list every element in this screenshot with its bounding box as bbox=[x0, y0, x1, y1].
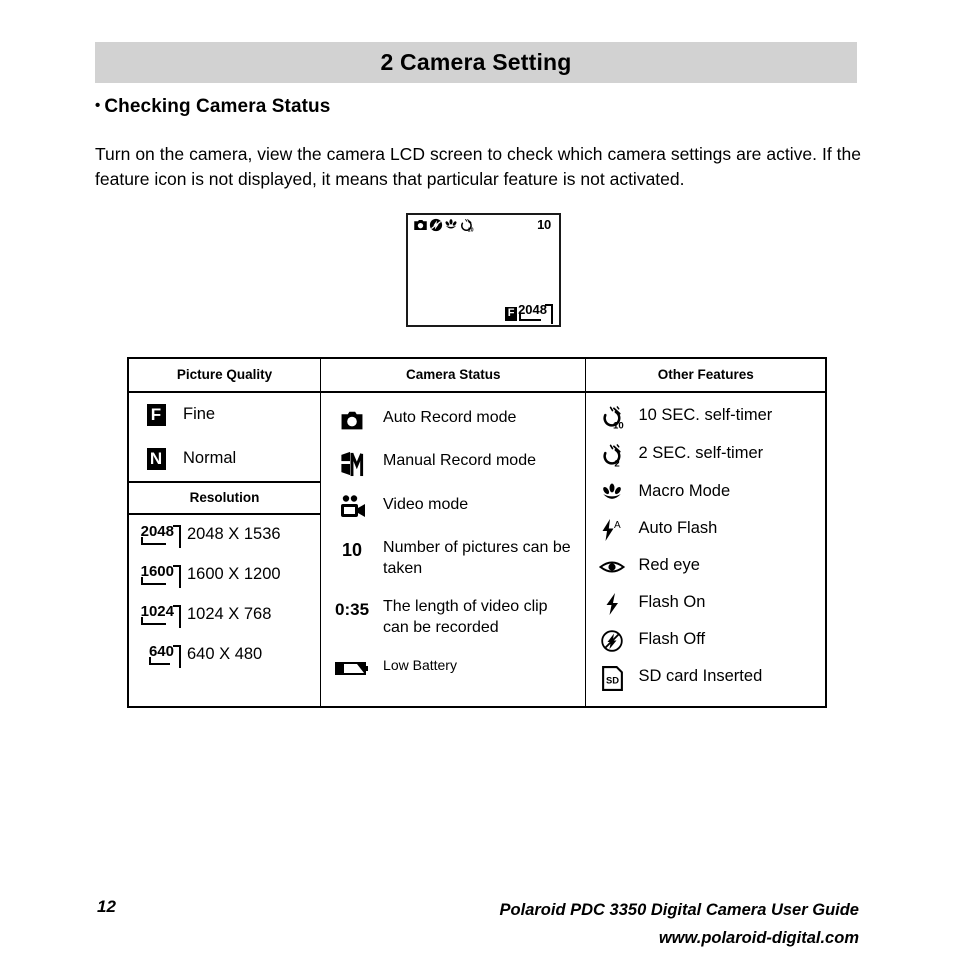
macro-icon bbox=[444, 218, 458, 232]
list-item: Video mode bbox=[321, 486, 585, 529]
self-timer-10-icon: 10 bbox=[459, 218, 474, 232]
list-item-label: 2048 X 1536 bbox=[187, 525, 281, 543]
auto-record-icon bbox=[413, 218, 428, 232]
self-timer-10-icon: 10 bbox=[586, 405, 638, 430]
macro-mode-icon bbox=[586, 481, 638, 505]
footer-website: www.polaroid-digital.com bbox=[658, 929, 859, 947]
cell-picture-quality: F Fine N Normal Resolution 2048 2048 X 1… bbox=[127, 391, 322, 708]
list-item: F Fine bbox=[129, 393, 320, 437]
list-item: 10 10 SEC. self-timer bbox=[586, 399, 825, 437]
lcd-quality-letter-icon: F bbox=[505, 307, 518, 321]
list-item-label: Auto Flash bbox=[638, 519, 718, 537]
column-header-other-features: Other Features bbox=[585, 357, 827, 393]
list-item: 640 640 X 480 bbox=[129, 635, 320, 675]
list-item-label: Flash On bbox=[638, 593, 706, 611]
svg-text:10: 10 bbox=[613, 421, 624, 430]
chapter-title: 2 Camera Setting bbox=[380, 49, 572, 75]
camera-status-list: Auto Record mode Manual Record mode Vide… bbox=[321, 393, 585, 698]
other-features-list: 10 10 SEC. self-timer 2 2 SEC. self-time… bbox=[586, 393, 825, 706]
list-item: 1024 1024 X 768 bbox=[129, 595, 320, 635]
low-battery-icon bbox=[321, 655, 383, 681]
manual-record-icon bbox=[321, 450, 383, 477]
footer-product-line: Polaroid PDC 3350 Digital Camera User Gu… bbox=[499, 901, 859, 919]
svg-text:10: 10 bbox=[468, 227, 474, 232]
list-item-label: Video mode bbox=[383, 496, 469, 513]
list-item: Manual Record mode bbox=[321, 442, 585, 486]
auto-record-icon bbox=[321, 407, 383, 433]
camera-status-table: Picture Quality Camera Status Other Feat… bbox=[127, 357, 827, 708]
auto-flash-icon: A bbox=[586, 518, 638, 542]
list-item: 2 2 SEC. self-timer bbox=[586, 437, 825, 475]
flash-on-icon bbox=[586, 592, 638, 616]
picture-quality-list: F Fine N Normal bbox=[129, 393, 320, 481]
list-item-label: Number of pictures can be taken bbox=[383, 539, 571, 577]
lcd-resolution-tag-icon: 2048 bbox=[517, 303, 553, 324]
list-item-label: 1024 X 768 bbox=[187, 605, 272, 623]
list-item-label: Macro Mode bbox=[638, 482, 731, 500]
sd-card-icon: SD bbox=[586, 666, 638, 691]
self-timer-2-icon: 2 bbox=[586, 443, 638, 468]
table-header-row: Picture Quality Camera Status Other Feat… bbox=[127, 357, 827, 393]
column-header-picture-quality: Picture Quality bbox=[127, 357, 322, 393]
sub-header-resolution: Resolution bbox=[129, 481, 321, 515]
list-item: 0:35 The length of video clip can be rec… bbox=[321, 588, 585, 647]
picture-count-icon: 10 bbox=[342, 540, 363, 560]
list-item-label: Fine bbox=[183, 405, 216, 423]
list-item: A Auto Flash bbox=[586, 512, 825, 549]
list-item: Macro Mode bbox=[586, 475, 825, 512]
section-heading: • Checking Camera Status bbox=[95, 96, 330, 118]
list-item: Red eye bbox=[586, 549, 825, 586]
list-item: 2048 2048 X 1536 bbox=[129, 515, 320, 555]
table-body-row: F Fine N Normal Resolution 2048 2048 X 1… bbox=[127, 391, 827, 708]
resolution-list: 2048 2048 X 1536 1600 1600 X 1200 1024 1… bbox=[129, 515, 320, 675]
column-header-camera-status: Camera Status bbox=[320, 357, 587, 393]
resolution-1600-icon: 1600 bbox=[129, 564, 187, 588]
red-eye-icon bbox=[586, 555, 638, 579]
list-item-label: Red eye bbox=[638, 556, 700, 574]
list-item: 10 Number of pictures can be taken bbox=[321, 529, 585, 588]
list-item-label: Flash Off bbox=[638, 630, 706, 648]
resolution-1024-icon: 1024 bbox=[129, 604, 187, 628]
chapter-banner: 2 Camera Setting bbox=[95, 42, 857, 83]
list-item-label: SD card Inserted bbox=[638, 667, 763, 685]
video-length-icon: 0:35 bbox=[335, 599, 370, 619]
svg-text:A: A bbox=[614, 520, 621, 531]
page-number: 12 bbox=[97, 897, 116, 916]
list-item-label: Normal bbox=[183, 449, 237, 467]
list-item-label: Low Battery bbox=[383, 657, 457, 673]
list-item-label: 2 SEC. self-timer bbox=[638, 444, 764, 462]
flash-off-icon bbox=[586, 629, 638, 653]
list-item: SD SD card Inserted bbox=[586, 660, 825, 698]
svg-text:2: 2 bbox=[614, 459, 619, 468]
cell-other-features: 10 10 SEC. self-timer 2 2 SEC. self-time… bbox=[585, 391, 827, 708]
list-item: Flash On bbox=[586, 586, 825, 623]
lcd-pictures-remaining: 10 bbox=[537, 217, 551, 232]
lcd-screen-preview: 10 10 F 2048 bbox=[406, 213, 561, 327]
intro-paragraph: Turn on the camera, view the camera LCD … bbox=[95, 143, 861, 189]
svg-text:SD: SD bbox=[606, 676, 619, 686]
list-item-label: The length of video clip can be recorded bbox=[383, 598, 548, 636]
lcd-status-icon-row: 10 bbox=[413, 218, 474, 232]
video-mode-icon bbox=[321, 494, 383, 520]
section-heading-label: Checking Camera Status bbox=[104, 96, 331, 117]
list-item: Flash Off bbox=[586, 623, 825, 660]
cell-camera-status: Auto Record mode Manual Record mode Vide… bbox=[320, 391, 587, 708]
resolution-640-icon: 640 bbox=[129, 644, 187, 668]
quality-normal-icon: N bbox=[129, 448, 183, 470]
list-item-label: 640 X 480 bbox=[187, 645, 263, 663]
list-item-label: Manual Record mode bbox=[383, 452, 536, 469]
resolution-2048-icon: 2048 bbox=[129, 524, 187, 548]
bullet-icon: • bbox=[95, 97, 101, 114]
list-item-label: Auto Record mode bbox=[383, 409, 517, 426]
list-item: N Normal bbox=[129, 437, 320, 481]
list-item: 1600 1600 X 1200 bbox=[129, 555, 320, 595]
list-item: Low Battery bbox=[321, 647, 585, 690]
quality-fine-icon: F bbox=[129, 404, 183, 426]
flash-off-icon bbox=[429, 218, 443, 232]
list-item-label: 1600 X 1200 bbox=[187, 565, 281, 583]
list-item: Auto Record mode bbox=[321, 399, 585, 442]
list-item-label: 10 SEC. self-timer bbox=[638, 406, 773, 424]
footer: Polaroid PDC 3350 Digital Camera User Gu… bbox=[500, 896, 859, 952]
lcd-quality-resolution: F 2048 bbox=[505, 303, 553, 324]
